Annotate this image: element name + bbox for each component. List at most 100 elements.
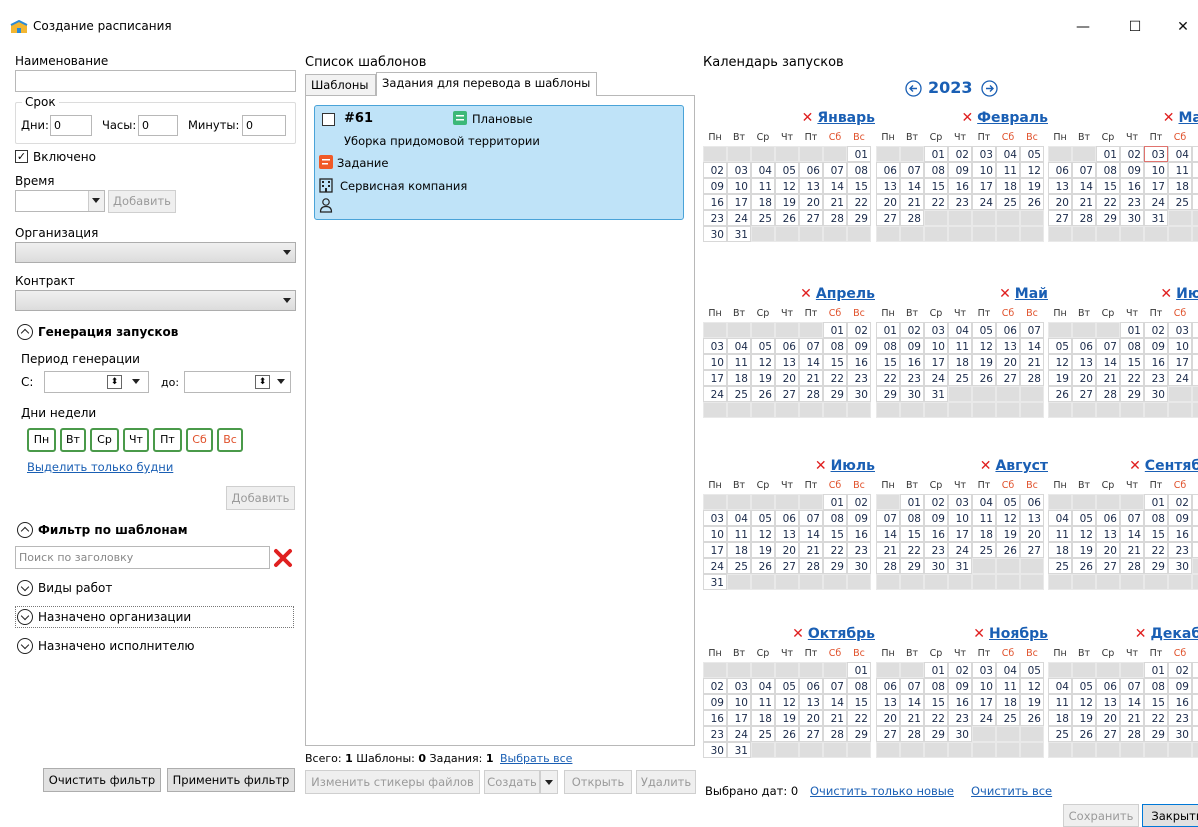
day-cell[interactable]: 27 <box>775 558 799 574</box>
clear-search-icon[interactable] <box>273 548 293 568</box>
day-cell[interactable]: 23 <box>900 370 924 386</box>
day-cell[interactable]: 15 <box>1144 694 1168 710</box>
day-cell[interactable]: 19 <box>972 354 996 370</box>
day-cell[interactable]: 21 <box>876 542 900 558</box>
day-cell[interactable]: 01 <box>1120 322 1144 338</box>
apply-filter-button[interactable]: Применить фильтр <box>167 768 295 792</box>
day-cell[interactable]: 29 <box>1096 210 1120 226</box>
day-cell[interactable]: 25 <box>1168 194 1192 210</box>
day-cell[interactable]: 07 <box>1072 162 1096 178</box>
day-cell[interactable]: 29 <box>1144 726 1168 742</box>
day-cell[interactable]: 10 <box>703 354 727 370</box>
day-cell[interactable]: 28 <box>1120 558 1144 574</box>
day-cell[interactable]: 15 <box>924 178 948 194</box>
day-cell[interactable]: 22 <box>876 370 900 386</box>
weekday-sun[interactable]: Вс <box>217 428 243 452</box>
remove-month-icon[interactable]: ✕ <box>999 286 1011 302</box>
day-cell[interactable]: 04 <box>996 146 1020 162</box>
day-cell[interactable]: 20 <box>876 194 900 210</box>
create-dropdown[interactable] <box>540 770 558 794</box>
day-cell[interactable]: 07 <box>1020 322 1044 338</box>
month-name[interactable]: Июль <box>831 458 875 474</box>
day-cell[interactable]: 28 <box>876 558 900 574</box>
day-cell[interactable]: 28 <box>900 726 924 742</box>
day-cell[interactable]: 14 <box>1072 178 1096 194</box>
day-cell[interactable]: 06 <box>775 510 799 526</box>
day-cell[interactable]: 14 <box>1120 694 1144 710</box>
day-cell[interactable]: 20 <box>1096 710 1120 726</box>
day-cell[interactable]: 01 <box>1144 494 1168 510</box>
day-cell[interactable]: 28 <box>799 558 823 574</box>
weekday-tue[interactable]: Вт <box>60 428 86 452</box>
day-cell[interactable]: 16 <box>1168 694 1192 710</box>
day-cell[interactable]: 15 <box>823 526 847 542</box>
day-cell[interactable]: 30 <box>900 386 924 402</box>
save-button[interactable]: Сохранить <box>1063 804 1139 827</box>
day-cell[interactable]: 02 <box>847 494 871 510</box>
day-cell[interactable]: 21 <box>900 194 924 210</box>
day-cell[interactable]: 02 <box>1168 494 1192 510</box>
day-cell[interactable]: 12 <box>775 694 799 710</box>
day-cell[interactable]: 31 <box>948 558 972 574</box>
day-cell[interactable]: 18 <box>1192 354 1198 370</box>
day-cell[interactable]: 23 <box>703 210 727 226</box>
enabled-checkbox[interactable]: ✓ <box>15 150 28 163</box>
day-cell[interactable]: 18 <box>1168 178 1192 194</box>
day-cell[interactable]: 16 <box>900 354 924 370</box>
day-cell[interactable]: 22 <box>847 710 871 726</box>
day-cell[interactable]: 08 <box>1144 510 1168 526</box>
day-cell[interactable]: 09 <box>1120 162 1144 178</box>
day-cell[interactable]: 25 <box>751 210 775 226</box>
day-cell[interactable]: 14 <box>823 178 847 194</box>
day-cell[interactable]: 26 <box>775 210 799 226</box>
day-cell[interactable]: 01 <box>1096 146 1120 162</box>
day-cell[interactable]: 12 <box>751 526 775 542</box>
from-dropdown[interactable] <box>127 372 145 392</box>
day-cell[interactable]: 22 <box>847 194 871 210</box>
day-cell[interactable]: 30 <box>703 226 727 242</box>
clear-all-link[interactable]: Очистить все <box>971 784 1052 798</box>
day-cell[interactable]: 08 <box>847 678 871 694</box>
day-cell[interactable]: 21 <box>1072 194 1096 210</box>
weekday-sat[interactable]: Сб <box>186 428 213 452</box>
day-cell[interactable]: 09 <box>1168 678 1192 694</box>
day-cell[interactable]: 07 <box>1120 510 1144 526</box>
day-cell[interactable]: 28 <box>1120 726 1144 742</box>
day-cell[interactable]: 12 <box>996 510 1020 526</box>
day-cell[interactable]: 07 <box>900 678 924 694</box>
day-cell[interactable]: 16 <box>948 178 972 194</box>
weekday-wed[interactable]: Ср <box>90 428 119 452</box>
day-cell[interactable]: 30 <box>948 726 972 742</box>
day-cell[interactable]: 06 <box>1096 510 1120 526</box>
day-cell[interactable]: 23 <box>1168 710 1192 726</box>
org-select[interactable] <box>15 242 296 263</box>
weekday-mon[interactable]: Пн <box>27 428 56 452</box>
day-cell[interactable]: 16 <box>948 694 972 710</box>
day-cell[interactable]: 25 <box>727 386 751 402</box>
day-cell[interactable]: 11 <box>727 526 751 542</box>
month-name[interactable]: Январь <box>817 110 875 126</box>
day-cell[interactable]: 02 <box>924 494 948 510</box>
day-cell[interactable]: 07 <box>1096 338 1120 354</box>
day-cell[interactable]: 18 <box>727 542 751 558</box>
collapse-generation-icon[interactable] <box>17 324 33 340</box>
day-cell[interactable]: 05 <box>751 338 775 354</box>
time-add-button[interactable]: Добавить <box>108 190 176 213</box>
day-cell[interactable]: 05 <box>1192 146 1198 162</box>
tab-tasks-to-templates[interactable]: Задания для перевода в шаблоны <box>376 72 597 96</box>
day-cell[interactable]: 26 <box>751 558 775 574</box>
day-cell[interactable]: 05 <box>1020 662 1044 678</box>
day-cell[interactable]: 30 <box>924 558 948 574</box>
day-cell[interactable]: 24 <box>948 542 972 558</box>
month-name[interactable]: Декабрь <box>1150 626 1198 642</box>
day-cell[interactable]: 31 <box>727 742 751 758</box>
day-cell[interactable]: 10 <box>924 338 948 354</box>
day-cell[interactable]: 19 <box>1072 710 1096 726</box>
day-cell[interactable]: 26 <box>1020 194 1044 210</box>
day-cell[interactable]: 20 <box>799 194 823 210</box>
weekday-thu[interactable]: Чт <box>123 428 149 452</box>
day-cell[interactable]: 03 <box>924 322 948 338</box>
day-cell[interactable]: 20 <box>876 710 900 726</box>
day-cell[interactable]: 04 <box>1048 678 1072 694</box>
day-cell[interactable]: 18 <box>996 694 1020 710</box>
